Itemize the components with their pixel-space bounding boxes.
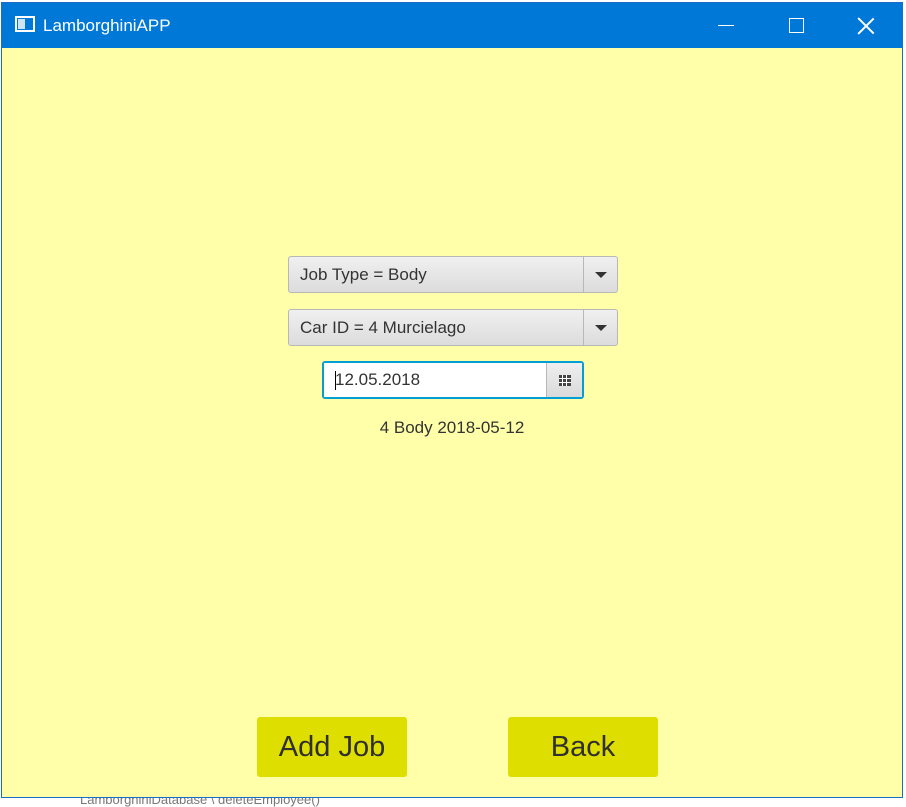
app-window: LamborghiniAPP Job Type = Body Car ID = … [1,2,903,798]
chevron-down-icon[interactable] [583,310,617,345]
close-button[interactable] [843,3,889,48]
selection-summary: 4 Body 2018-05-12 [379,418,525,437]
minimize-button[interactable] [703,3,749,48]
minimize-icon [718,25,734,26]
maximize-button[interactable] [773,3,819,48]
window-title: LamborghiniAPP [43,16,171,35]
date-field[interactable] [324,363,546,397]
add-job-button[interactable]: Add Job [257,717,407,777]
title-bar[interactable]: LamborghiniAPP [2,3,902,48]
car-id-combobox[interactable]: Car ID = 4 Murcielago [288,309,618,346]
date-picker[interactable] [322,361,584,399]
maximize-icon [788,18,804,33]
app-window-icon [15,16,35,32]
car-id-selected-value: Car ID = 4 Murcielago [300,318,466,337]
job-type-combobox[interactable]: Job Type = Body [288,256,618,293]
chevron-down-icon[interactable] [583,257,617,292]
calendar-button[interactable] [546,363,582,397]
calendar-icon [558,374,571,386]
back-button[interactable]: Back [508,717,658,777]
job-type-selected-value: Job Type = Body [300,265,427,284]
text-caret [335,371,336,390]
close-icon [857,17,875,35]
